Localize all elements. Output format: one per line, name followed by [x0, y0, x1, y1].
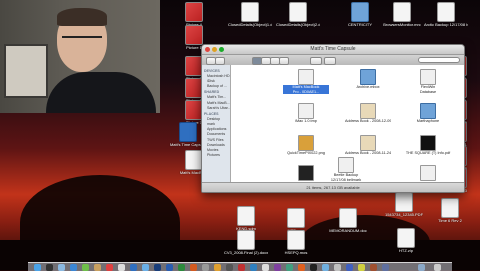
sidebar-item[interactable]: Documents	[207, 132, 230, 136]
document-icon	[360, 103, 376, 119]
desktop-icon[interactable]: ClosedDetails(Object)1.doc	[228, 2, 272, 27]
file-item[interactable]: iMac 1.0.tmp	[283, 103, 329, 124]
desktop-icon[interactable]: CV3_2008.Final (2).docx	[224, 230, 268, 255]
search-input[interactable]	[418, 57, 460, 63]
file-item[interactable]: QuickTimePIX022.png	[283, 135, 329, 156]
glasses	[62, 36, 102, 48]
file-item[interactable]: Address Book - 2008-12-09	[345, 103, 391, 124]
desktop-icon[interactable]: MEMORANDUM.doc	[326, 208, 370, 233]
desktop-icon[interactable]: HSEPQ.mos	[274, 230, 318, 255]
sidebar-item[interactable]: Matt's Tim...	[207, 95, 230, 99]
file-browser: Matt's MacBook Pro - 0D0AE1... Archive.mb…	[231, 65, 464, 183]
webcam-overlay	[0, 0, 160, 113]
desktop-icon[interactable]: HTZ.zip	[384, 228, 428, 253]
document-icon	[287, 208, 305, 228]
document-icon	[298, 165, 314, 181]
sidebar-item[interactable]: Macintosh HD	[207, 74, 230, 78]
status-bar: 21 items, 267.13 GB available	[202, 182, 464, 192]
image-file-icon	[185, 2, 203, 22]
sidebar-item[interactable]: Downloads	[207, 143, 230, 147]
file-item[interactable]: Address Book - 2008-11-24	[345, 135, 391, 156]
network-volume-icon	[179, 122, 197, 142]
file-item[interactable]: THE SQUARE (T) Info.pdf	[405, 135, 451, 156]
desktop-icon[interactable]: BrowsersMonitor.mrc	[380, 2, 424, 27]
background-window	[4, 44, 48, 98]
document-icon	[420, 69, 436, 85]
document-icon	[420, 135, 436, 151]
document-icon	[339, 208, 357, 228]
sidebar: DEVICES Macintosh HD iDisk Backup of ...…	[202, 65, 231, 183]
file-item[interactable]: FlexiWin Database	[405, 69, 451, 94]
view-coverflow-button[interactable]	[279, 57, 289, 65]
forward-button[interactable]	[215, 57, 225, 65]
document-icon	[420, 165, 436, 181]
desktop-icon[interactable]: KEND.sdm	[224, 206, 268, 231]
sidebar-item[interactable]: Backup of ...	[207, 84, 230, 88]
folder-icon	[351, 2, 369, 22]
sidebar-item[interactable]: Desktop	[207, 117, 230, 121]
file-item[interactable]: Beetle Backup 12/17/08 bellmark	[323, 157, 369, 182]
document-icon	[241, 2, 259, 22]
desktop-icon[interactable]: ClosedDetails(Object)2.doc	[276, 2, 320, 27]
desktop-icon[interactable]: CENTRICITY	[338, 2, 382, 27]
document-icon	[397, 228, 415, 248]
window-title: Matt's Time Capsule	[310, 46, 356, 52]
image-file-icon	[185, 25, 203, 45]
title-bar[interactable]: Matt's Time Capsule	[202, 45, 464, 55]
document-icon	[287, 230, 305, 250]
document-icon	[237, 206, 255, 226]
document-icon	[237, 230, 255, 250]
sidebar-section-title: PLACES	[204, 111, 219, 116]
document-icon	[360, 135, 376, 151]
desktop-icon[interactable]: 1543734_12345.PDF	[382, 192, 426, 217]
sidebar-item[interactable]: Movies	[207, 148, 230, 152]
sidebar-item[interactable]: Pictures	[207, 153, 230, 157]
sidebar-section-title: SHARED	[204, 90, 220, 95]
document-icon	[338, 157, 354, 173]
finder-window[interactable]: Matt's Time Capsule DEVICES Macintosh HD…	[201, 44, 465, 193]
desktop-icon[interactable]: Picture 4	[172, 2, 216, 27]
desktop-icon[interactable]: Time 6 Rev 2	[428, 198, 472, 223]
document-icon	[395, 192, 413, 212]
quicklook-button[interactable]	[310, 57, 322, 65]
document-icon	[393, 2, 411, 22]
folder-icon	[420, 103, 436, 119]
sidebar-section-title: DEVICES	[204, 69, 220, 73]
file-item[interactable]: Matt's MacBook Pro - 0D0AE1...	[283, 69, 329, 94]
image-file-icon	[298, 135, 314, 151]
document-icon	[437, 2, 455, 22]
file-item[interactable]: Marthaphone	[405, 103, 451, 124]
document-icon	[441, 198, 459, 218]
desktop-icon[interactable]: Arctic Backup 12/17/08 bellmark	[424, 2, 468, 27]
document-icon	[298, 69, 314, 85]
sidebar-item[interactable]: Applications	[207, 127, 230, 131]
file-item[interactable]	[405, 165, 451, 181]
document-icon	[298, 103, 314, 119]
file-item[interactable]: Archive.mbox	[345, 69, 391, 90]
folder-icon	[360, 69, 376, 85]
sidebar-item[interactable]: Sarah's Ubar...	[207, 106, 230, 110]
file-item[interactable]	[283, 165, 329, 181]
sidebar-item[interactable]: TWS Files	[207, 138, 230, 142]
action-button[interactable]	[324, 57, 336, 65]
person-shirt	[46, 72, 156, 113]
sidebar-item[interactable]: mark	[207, 122, 230, 126]
person-hair	[57, 8, 107, 26]
document-icon	[289, 2, 307, 22]
sidebar-item[interactable]: iDisk	[207, 79, 230, 83]
sidebar-item[interactable]: Matt's MacB...	[207, 101, 230, 105]
